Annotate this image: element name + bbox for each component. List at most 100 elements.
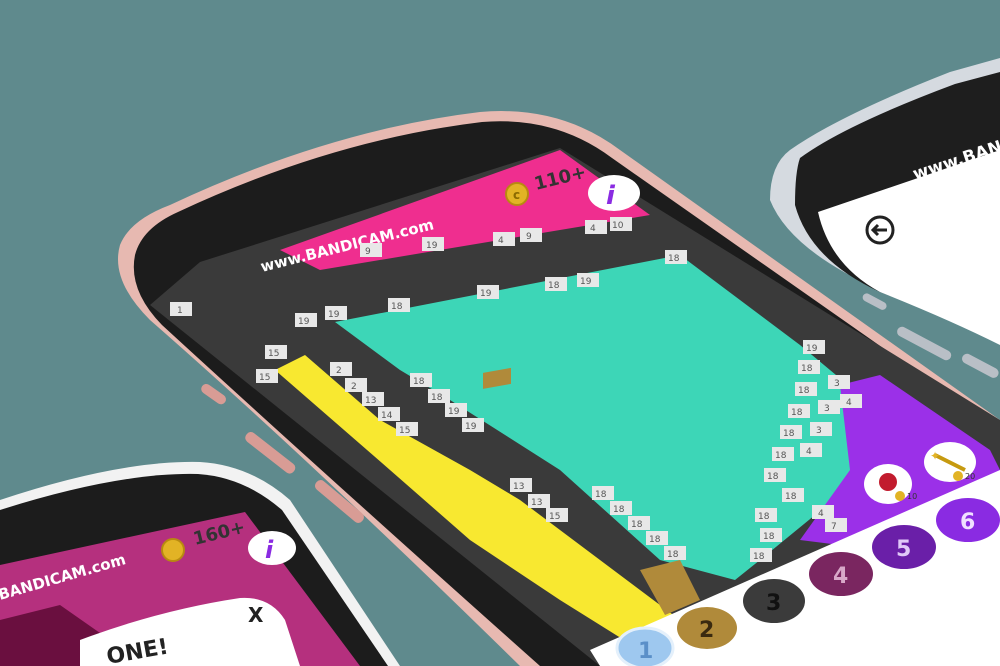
grid-cell[interactable]: 18 [780, 425, 802, 439]
grid-cell[interactable]: 14 [378, 407, 400, 421]
svg-text:15: 15 [268, 349, 279, 359]
svg-text:2: 2 [699, 618, 714, 643]
scene: www.BANDICA www.BANDICAM.com c 110+ i 1 … [0, 0, 1000, 666]
svg-text:19: 19 [806, 344, 818, 354]
svg-text:18: 18 [758, 512, 770, 522]
grid-cell[interactable]: 13 [528, 494, 550, 508]
close-button[interactable]: X [248, 603, 264, 627]
grid-cell[interactable]: 19 [325, 306, 347, 320]
bomb-cost: 10 [907, 492, 917, 501]
grid-cell[interactable]: 15 [265, 345, 287, 359]
grid-cell[interactable]: 18 [788, 404, 810, 418]
palette-color-3[interactable]: 3 [743, 579, 805, 623]
svg-text:18: 18 [753, 552, 765, 562]
svg-text:✦: ✦ [930, 449, 940, 463]
svg-text:18: 18 [391, 302, 403, 312]
grid-cell[interactable]: 13 [510, 478, 532, 492]
palette-color-4[interactable]: 4 [809, 552, 873, 596]
grid-cell[interactable]: 18 [772, 447, 794, 461]
grid-cell[interactable]: 15 [546, 508, 568, 522]
grid-cell[interactable]: 18 [428, 389, 450, 403]
palette-color-5[interactable]: 5 [872, 525, 936, 569]
grid-cell[interactable]: 18 [646, 531, 668, 545]
grid-cell[interactable]: 18 [410, 373, 432, 387]
svg-text:18: 18 [785, 492, 797, 502]
svg-text:18: 18 [791, 408, 803, 418]
grid-cell[interactable]: 4 [812, 505, 834, 519]
svg-text:18: 18 [595, 490, 607, 500]
left-hint-button[interactable]: i [248, 531, 296, 565]
palette-color-6[interactable]: 6 [936, 498, 1000, 542]
svg-text:18: 18 [631, 520, 643, 530]
wand-tool-button[interactable]: ✦ 20 [924, 442, 976, 482]
grid-cell[interactable]: 4 [840, 394, 862, 408]
grid-cell[interactable]: 15 [396, 422, 418, 436]
grid-cell[interactable]: 3 [810, 422, 832, 436]
svg-text:13: 13 [513, 482, 524, 492]
grid-cell[interactable]: 2 [330, 362, 352, 376]
grid-cell[interactable]: 19 [462, 418, 484, 432]
hint-button[interactable]: i [588, 175, 640, 211]
grid-cell[interactable]: 4 [493, 232, 515, 246]
svg-text:5: 5 [896, 537, 911, 562]
coin-icon [161, 538, 185, 562]
svg-text:2: 2 [336, 366, 342, 376]
svg-text:4: 4 [846, 398, 852, 408]
grid-cell[interactable]: 19 [422, 237, 444, 251]
grid-cell[interactable]: 3 [818, 400, 840, 414]
svg-text:19: 19 [298, 317, 310, 327]
grid-cell[interactable]: 9 [520, 228, 542, 242]
grid-cell[interactable]: 1 [170, 302, 192, 316]
svg-text:7: 7 [831, 522, 837, 532]
grid-cell[interactable]: 18 [592, 486, 614, 500]
svg-text:19: 19 [480, 289, 492, 299]
grid-cell[interactable]: 4 [585, 220, 607, 234]
palette-color-1[interactable]: 1 [615, 626, 675, 666]
grid-cell[interactable]: 9 [360, 243, 382, 257]
palette-color-2[interactable]: 2 [677, 607, 737, 649]
svg-text:14: 14 [381, 411, 393, 421]
svg-text:13: 13 [365, 396, 376, 406]
scene-svg: www.BANDICA www.BANDICAM.com c 110+ i 1 … [0, 58, 1000, 666]
grid-cell[interactable]: 18 [782, 488, 804, 502]
grid-cell[interactable]: 2 [345, 378, 367, 392]
grid-cell[interactable]: 4 [800, 443, 822, 457]
svg-text:3: 3 [824, 404, 830, 414]
grid-cell[interactable]: 19 [577, 273, 599, 287]
grid-cell[interactable]: 18 [388, 298, 410, 312]
grid-cell[interactable]: 19 [295, 313, 317, 327]
grid-cell[interactable]: 7 [825, 518, 847, 532]
svg-text:c: c [513, 188, 520, 202]
grid-cell[interactable]: 18 [795, 382, 817, 396]
grid-cell[interactable]: 13 [362, 392, 384, 406]
svg-text:19: 19 [448, 407, 460, 417]
svg-text:18: 18 [798, 386, 810, 396]
grid-cell[interactable]: 18 [665, 250, 687, 264]
svg-text:18: 18 [801, 364, 813, 374]
svg-text:18: 18 [667, 550, 679, 560]
svg-text:3: 3 [816, 426, 822, 436]
grid-cell[interactable]: 10 [610, 217, 632, 231]
mute-switch[interactable] [199, 382, 228, 406]
grid-cell[interactable]: 3 [828, 375, 850, 389]
letter-i-icon: i [265, 536, 274, 564]
grid-cell[interactable]: 18 [628, 516, 650, 530]
letter-i-icon: i [606, 181, 616, 211]
svg-text:19: 19 [580, 277, 592, 287]
svg-text:18: 18 [548, 281, 560, 291]
grid-cell[interactable]: 19 [477, 285, 499, 299]
grid-cell[interactable]: 18 [545, 277, 567, 291]
svg-text:15: 15 [549, 512, 560, 522]
svg-text:3: 3 [766, 591, 781, 616]
grid-cell[interactable]: 15 [256, 369, 278, 383]
grid-cell[interactable]: 18 [764, 468, 786, 482]
grid-cell[interactable]: 18 [760, 528, 782, 542]
grid-cell[interactable]: 19 [445, 403, 467, 417]
grid-cell[interactable]: 18 [798, 360, 820, 374]
grid-cell[interactable]: 18 [664, 546, 686, 560]
grid-cell[interactable]: 18 [750, 548, 772, 562]
grid-cell[interactable]: 18 [610, 501, 632, 515]
grid-cell[interactable]: 19 [803, 340, 825, 354]
grid-cell[interactable]: 18 [755, 508, 777, 522]
svg-text:10: 10 [612, 221, 624, 231]
